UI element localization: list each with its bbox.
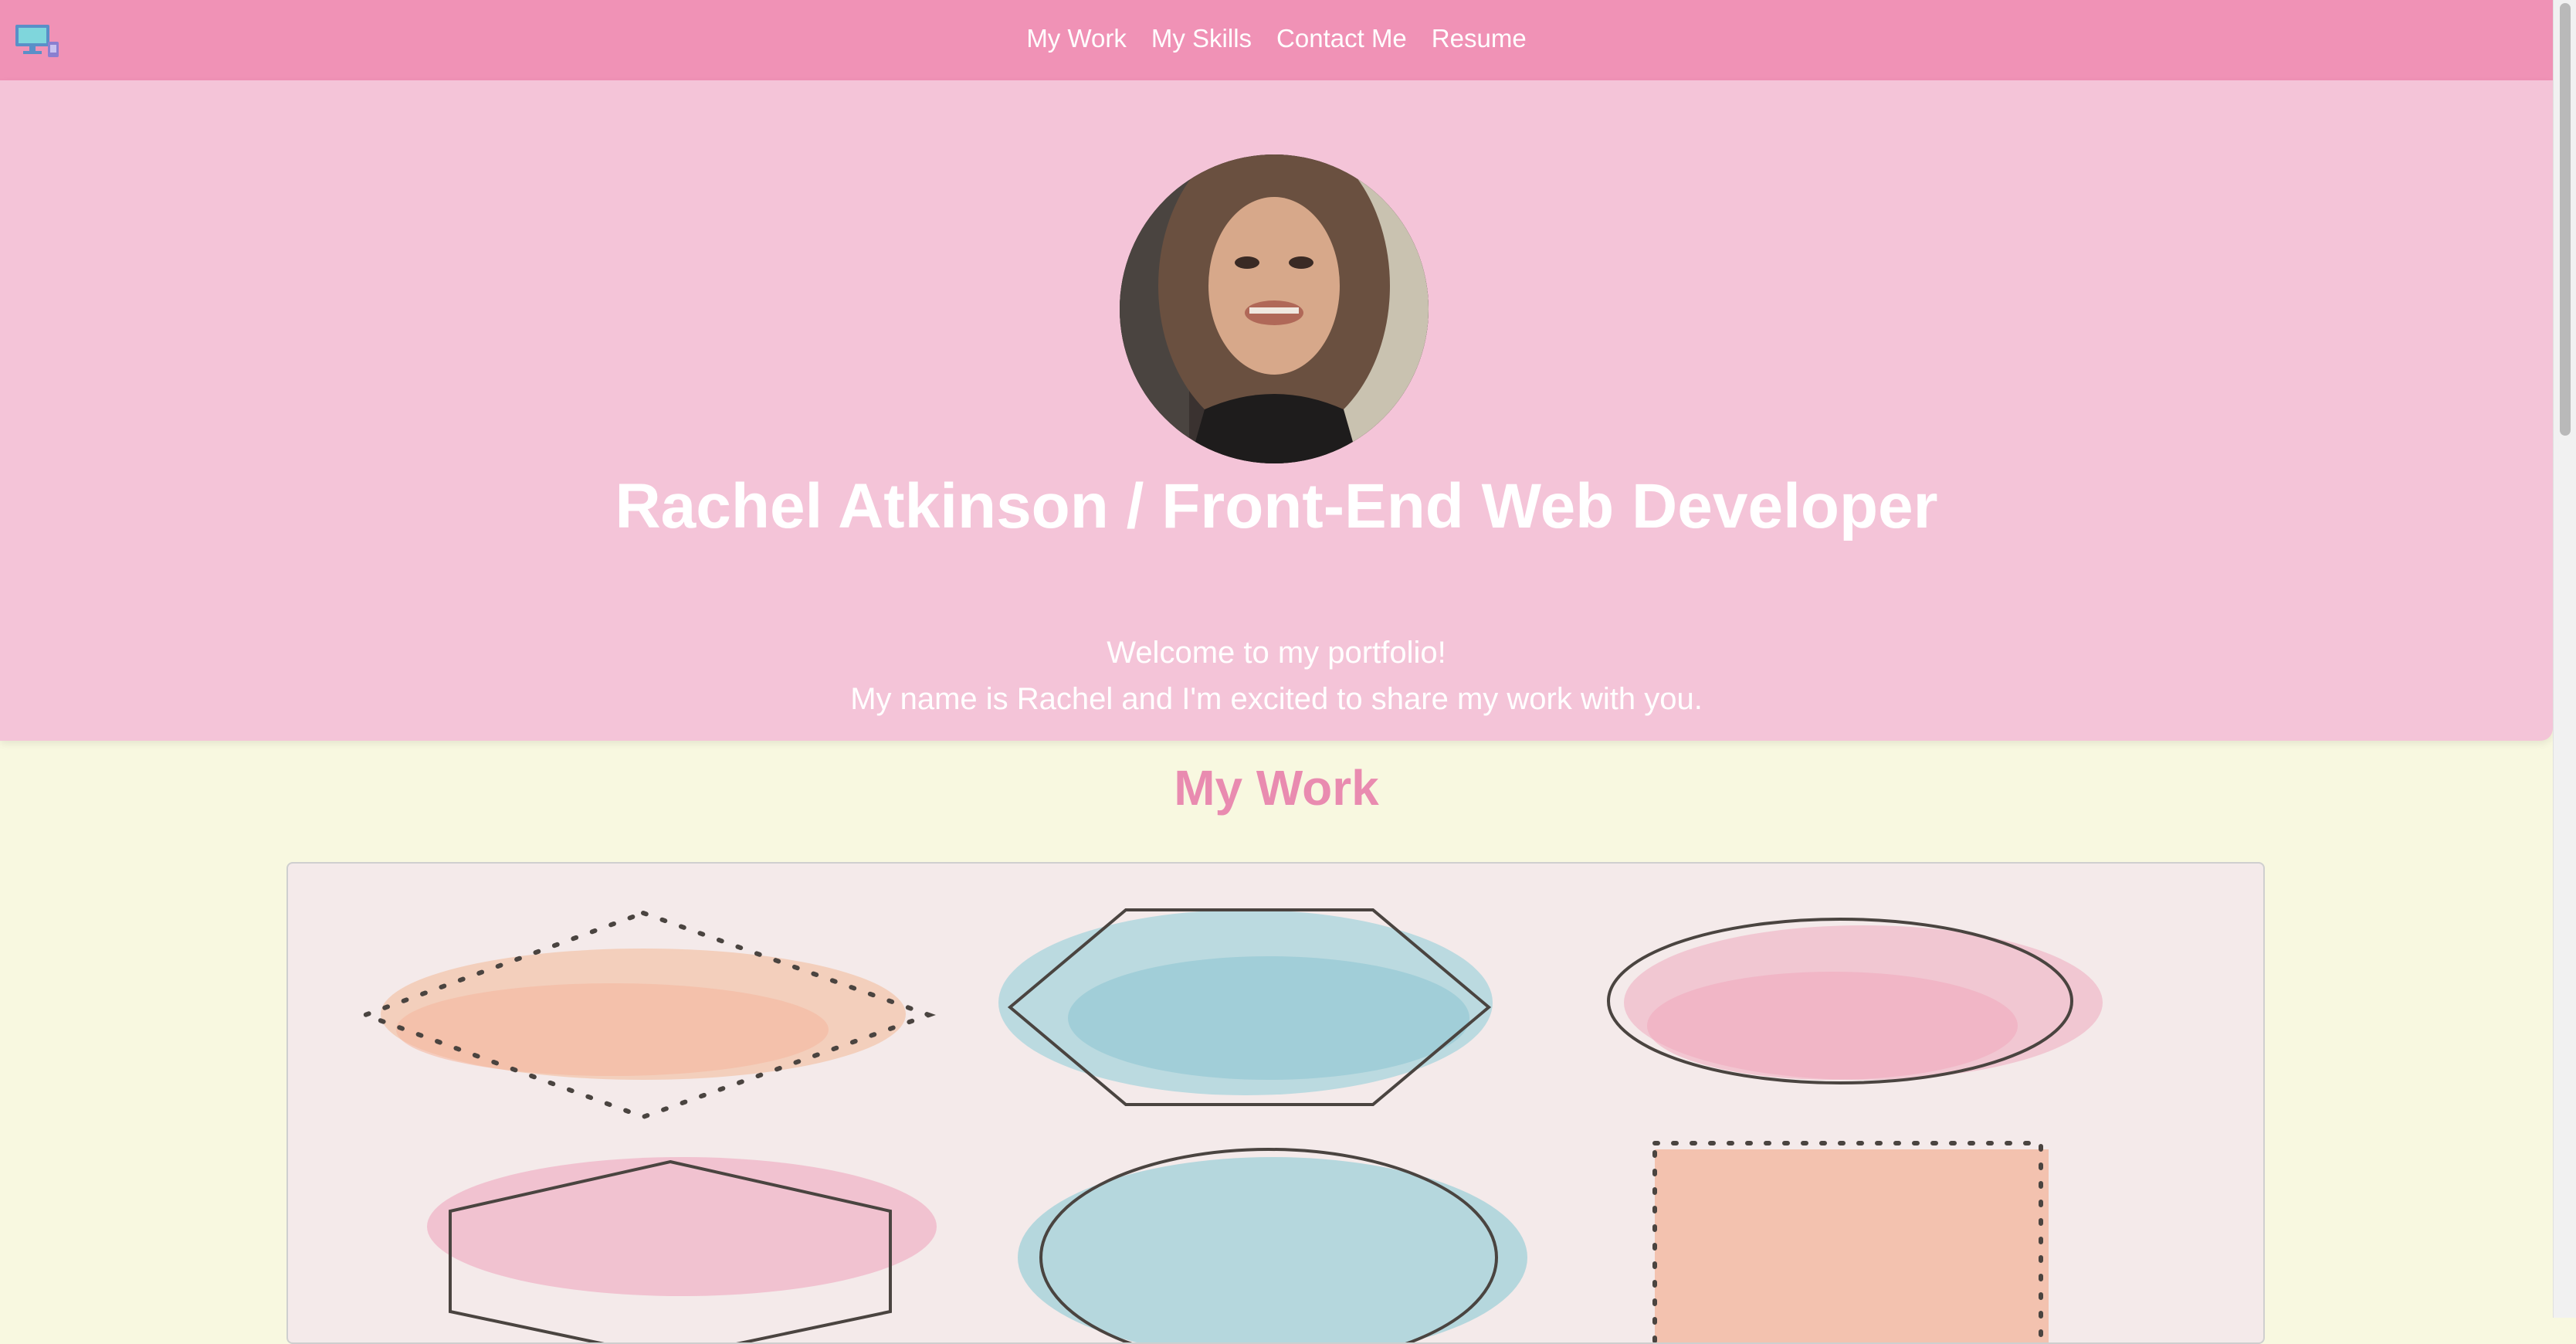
navbar: My Work My Skills Contact Me Resume — [0, 0, 2553, 80]
profile-photo — [1120, 154, 1429, 463]
project-thumbnail-hexagon-pink[interactable] — [427, 1157, 937, 1342]
project-thumbnail-oval[interactable] — [1607, 918, 2103, 1084]
project-thumbnail-hexagon[interactable] — [998, 908, 1493, 1106]
project-thumbnail-diamond[interactable] — [358, 910, 936, 1120]
nav-links: My Work My Skills Contact Me Resume — [0, 0, 2553, 77]
project-thumbnail-square[interactable] — [1652, 1141, 2049, 1342]
nav-link-my-work[interactable]: My Work — [1026, 24, 1127, 53]
nav-link-resume[interactable]: Resume — [1432, 24, 1527, 53]
hero-intro-text: My name is Rachel and I'm excited to sha… — [850, 682, 1703, 716]
nav-link-contact-me[interactable]: Contact Me — [1276, 24, 1407, 53]
page-title: Rachel Atkinson / Front-End Web Develope… — [615, 471, 1938, 541]
nav-link-my-skills[interactable]: My Skills — [1151, 24, 1252, 53]
my-work-heading: My Work — [1174, 760, 1379, 816]
page-scrollbar[interactable] — [2553, 0, 2576, 1318]
scrollbar-thumb[interactable] — [2560, 3, 2571, 436]
hero-section: Rachel Atkinson / Front-End Web Develope… — [0, 80, 2553, 741]
project-thumbnail-circle[interactable] — [1018, 1148, 1527, 1342]
hero-welcome-text: Welcome to my portfolio! — [1107, 636, 1446, 670]
work-gallery — [286, 862, 2265, 1344]
